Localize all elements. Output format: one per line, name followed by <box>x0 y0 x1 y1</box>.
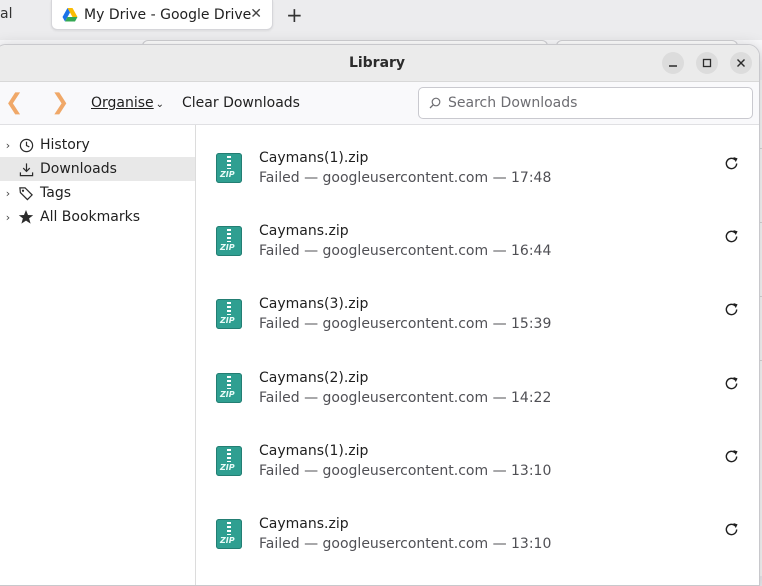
download-status: Failed — googleusercontent.com — 13:10 <box>259 536 552 552</box>
download-item[interactable]: ZIP Caymans.zip Failed — googleuserconte… <box>196 498 759 558</box>
expand-chevron-icon[interactable]: › <box>1 187 15 200</box>
zip-file-icon: ZIP <box>216 446 242 476</box>
zip-file-icon: ZIP <box>216 153 242 183</box>
zip-file-icon: ZIP <box>216 519 242 549</box>
close-icon <box>737 59 745 67</box>
retry-icon[interactable] <box>722 154 740 172</box>
chevron-down-icon: ⌄ <box>155 99 165 110</box>
sidebar-item-history[interactable]: › History <box>0 133 195 157</box>
download-filename: Caymans(1).zip <box>259 443 369 459</box>
browser-tab-google-drive[interactable]: My Drive - Google Drive ✕ <box>51 0 273 30</box>
organise-menu-button[interactable]: Organise ⌄ <box>91 95 164 111</box>
download-filename: Caymans(1).zip <box>259 150 369 166</box>
download-status: Failed — googleusercontent.com — 17:48 <box>259 170 552 186</box>
download-filename: Caymans(2).zip <box>259 370 369 386</box>
back-button[interactable]: ❮ <box>5 90 23 115</box>
organise-label: Organise <box>91 95 154 111</box>
tab-close-icon[interactable]: ✕ <box>250 6 262 22</box>
window-title: Library <box>348 55 406 71</box>
maximize-icon <box>702 58 712 68</box>
zip-file-icon: ZIP <box>216 373 242 403</box>
browser-edge-text: al <box>0 6 13 22</box>
sidebar-item-all-bookmarks[interactable]: › All Bookmarks <box>0 205 195 229</box>
library-window: Library ❮ ❯ Organise⌄ Clear Downloads › <box>0 44 760 586</box>
zip-file-icon: ZIP <box>216 299 242 329</box>
forward-button[interactable]: ❯ <box>51 90 69 115</box>
library-toolbar: ❮ ❯ Organise ⌄ Clear Downloads <box>0 82 759 125</box>
library-sidebar: › History Downloads › Tags › All Bookmar… <box>0 125 196 585</box>
download-status: Failed — googleusercontent.com — 13:10 <box>259 463 552 479</box>
download-item[interactable]: ZIP Caymans(1).zip Failed — googleuserco… <box>196 425 759 485</box>
download-icon <box>18 161 34 177</box>
minimize-button[interactable] <box>662 52 684 74</box>
retry-icon[interactable] <box>722 520 740 538</box>
google-drive-icon <box>62 7 78 21</box>
sidebar-item-label: All Bookmarks <box>40 209 141 225</box>
download-filename: Caymans(3).zip <box>259 296 369 312</box>
download-status: Failed — googleusercontent.com — 14:22 <box>259 390 552 406</box>
downloads-list: ZIP Caymans(1).zip Failed — googleuserco… <box>196 125 759 585</box>
expand-chevron-icon[interactable]: › <box>1 139 15 152</box>
window-titlebar[interactable]: Library <box>0 45 759 82</box>
download-item[interactable]: ZIP Caymans(2).zip Failed — googleuserco… <box>196 352 759 412</box>
browser-tab-title: My Drive - Google Drive <box>84 6 252 23</box>
download-status: Failed — googleusercontent.com — 15:39 <box>259 316 552 332</box>
clock-icon <box>18 137 34 153</box>
sidebar-item-tags[interactable]: › Tags <box>0 181 195 205</box>
sidebar-item-label: History <box>40 137 90 153</box>
search-icon <box>429 97 441 109</box>
retry-icon[interactable] <box>722 374 740 392</box>
retry-icon[interactable] <box>722 227 740 245</box>
clear-downloads-button[interactable]: Clear Downloads <box>182 95 300 111</box>
sidebar-item-label: Tags <box>40 185 71 201</box>
download-filename: Caymans.zip <box>259 516 349 532</box>
tag-icon <box>18 185 34 201</box>
close-button[interactable] <box>730 52 752 74</box>
maximize-button[interactable] <box>696 52 718 74</box>
download-item[interactable]: ZIP Caymans.zip Failed — googleuserconte… <box>196 205 759 265</box>
download-item[interactable]: ZIP Caymans(1).zip Failed — googleuserco… <box>196 132 759 192</box>
retry-icon[interactable] <box>722 300 740 318</box>
download-filename: Caymans.zip <box>259 223 349 239</box>
minimize-icon <box>669 65 677 67</box>
download-item[interactable]: ZIP Caymans(3).zip Failed — googleuserco… <box>196 278 759 338</box>
search-input[interactable] <box>446 94 740 112</box>
expand-chevron-icon[interactable]: › <box>1 211 15 224</box>
search-downloads-box[interactable] <box>418 87 753 119</box>
star-icon <box>18 209 34 225</box>
zip-file-icon: ZIP <box>216 226 242 256</box>
browser-tab-bar: al My Drive - Google Drive ✕ + <box>0 0 762 40</box>
sidebar-item-downloads[interactable]: Downloads <box>0 157 195 181</box>
retry-icon[interactable] <box>722 447 740 465</box>
new-tab-button[interactable]: + <box>286 3 303 27</box>
download-status: Failed — googleusercontent.com — 16:44 <box>259 243 552 259</box>
sidebar-item-label: Downloads <box>40 161 117 177</box>
